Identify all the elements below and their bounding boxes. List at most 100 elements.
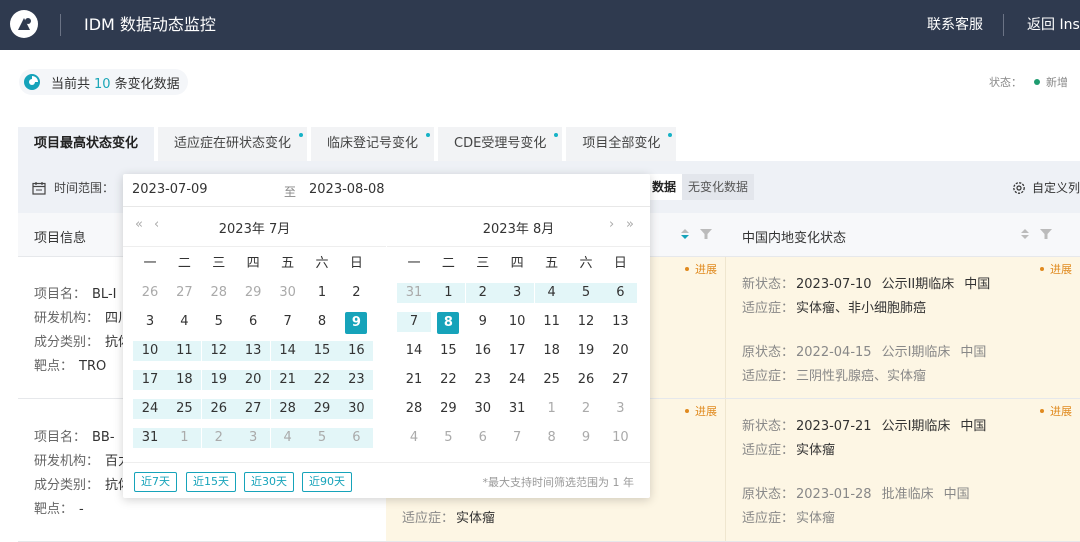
calendar-day[interactable]: 1 [167, 428, 202, 448]
tab-indication-status[interactable]: 适应症在研状态变化 [158, 127, 308, 161]
calendar-day[interactable]: 5 [569, 283, 603, 303]
contact-support-link[interactable]: 联系客服 [927, 16, 983, 34]
calendar-day[interactable]: 2 [339, 283, 373, 303]
calendar-day[interactable]: 8 [437, 312, 460, 334]
quick-90-days[interactable]: 近90天 [302, 472, 352, 492]
tab-highest-status[interactable]: 项目最高状态变化 [18, 127, 155, 161]
calendar-day[interactable]: 6 [603, 283, 638, 303]
calendar-day[interactable]: 7 [500, 428, 534, 448]
calendar-day[interactable]: 18 [535, 341, 569, 361]
calendar-day[interactable]: 26 [133, 283, 167, 303]
calendar-day[interactable]: 30 [466, 399, 500, 419]
calendar-day[interactable]: 10 [500, 312, 534, 332]
calendar-day[interactable]: 8 [305, 312, 339, 332]
calendar-day[interactable]: 24 [500, 370, 534, 390]
calendar-day[interactable]: 2 [201, 428, 236, 448]
calendar-day[interactable]: 28 [397, 399, 431, 419]
calendar-day[interactable]: 29 [236, 283, 270, 303]
calendar-day[interactable]: 12 [201, 341, 236, 361]
calendar-day[interactable]: 12 [569, 312, 603, 332]
calendar-day[interactable]: 28 [270, 399, 305, 419]
calendar-day[interactable]: 24 [133, 399, 167, 419]
calendar-day[interactable]: 21 [270, 370, 305, 390]
calendar-day[interactable]: 11 [167, 341, 202, 361]
calendar-day[interactable]: 20 [236, 370, 271, 390]
tab-all-changes[interactable]: 项目全部变化 [566, 127, 677, 161]
calendar-day[interactable]: 19 [569, 341, 603, 361]
calendar-day[interactable]: 31 [397, 283, 431, 303]
calendar-day[interactable]: 18 [167, 370, 202, 390]
quick-7-days[interactable]: 近7天 [134, 472, 177, 492]
calendar-day[interactable]: 9 [466, 312, 500, 332]
calendar-day[interactable]: 1 [305, 283, 339, 303]
next-month-icon[interactable]: › [609, 217, 614, 232]
calendar-day[interactable]: 6 [466, 428, 500, 448]
calendar-day[interactable]: 31 [500, 399, 534, 419]
calendar-day[interactable]: 8 [535, 428, 569, 448]
calendar-day[interactable]: 29 [305, 399, 339, 419]
filter-icon[interactable] [1040, 228, 1052, 240]
calendar-day[interactable]: 6 [236, 312, 270, 332]
calendar-day[interactable]: 11 [535, 312, 569, 332]
calendar-day[interactable]: 3 [133, 312, 167, 332]
calendar-day[interactable]: 5 [431, 428, 465, 448]
calendar-day[interactable]: 28 [202, 283, 236, 303]
calendar-day[interactable]: 16 [466, 341, 500, 361]
calendar-day[interactable]: 30 [271, 283, 305, 303]
calendar-day[interactable]: 23 [339, 370, 374, 390]
calendar-day[interactable]: 10 [603, 428, 637, 448]
calendar-day[interactable]: 20 [603, 341, 637, 361]
calendar-day[interactable]: 10 [133, 341, 167, 361]
calendar-day[interactable]: 2 [569, 399, 603, 419]
no-change-data-option[interactable]: 无变化数据 [682, 174, 755, 200]
calendar-day[interactable]: 4 [397, 428, 431, 448]
calendar-day[interactable]: 31 [133, 428, 167, 448]
calendar-day[interactable]: 13 [236, 341, 271, 361]
calendar-day[interactable]: 4 [167, 312, 201, 332]
calendar-day[interactable]: 1 [535, 399, 569, 419]
calendar-day[interactable]: 9 [345, 312, 368, 334]
tab-cde-acceptance[interactable]: CDE受理号变化 [438, 127, 563, 161]
quick-15-days[interactable]: 近15天 [186, 472, 236, 492]
calendar-day[interactable]: 25 [167, 399, 202, 419]
calendar-day[interactable]: 26 [201, 399, 236, 419]
calendar-day[interactable]: 13 [603, 312, 637, 332]
next-year-icon[interactable]: » [626, 217, 634, 232]
calendar-day[interactable]: 16 [339, 341, 374, 361]
calendar-day[interactable]: 22 [431, 370, 465, 390]
back-to-insight-link[interactable]: 返回 Insi [1027, 16, 1080, 34]
changed-data-option[interactable]: 数据 [646, 174, 683, 200]
calendar-day[interactable]: 3 [603, 399, 637, 419]
calendar-day[interactable]: 17 [133, 370, 167, 390]
calendar-day[interactable]: 7 [397, 312, 431, 332]
calendar-day[interactable]: 14 [270, 341, 305, 361]
tab-clinical-registration[interactable]: 临床登记号变化 [311, 127, 435, 161]
calendar-day[interactable]: 4 [270, 428, 305, 448]
logo-icon[interactable] [10, 10, 38, 38]
calendar-day[interactable]: 5 [202, 312, 236, 332]
calendar-day[interactable]: 27 [236, 399, 271, 419]
start-date-input[interactable] [132, 182, 252, 197]
calendar-day[interactable]: 29 [431, 399, 465, 419]
calendar-day[interactable]: 14 [397, 341, 431, 361]
calendar-day[interactable]: 27 [167, 283, 201, 303]
sort-icon[interactable] [1020, 227, 1030, 241]
calendar-day[interactable]: 2 [465, 283, 500, 303]
calendar-day[interactable]: 1 [431, 283, 466, 303]
calendar-day[interactable]: 26 [569, 370, 603, 390]
calendar-day[interactable]: 19 [201, 370, 236, 390]
calendar-day[interactable]: 6 [339, 428, 374, 448]
calendar-day[interactable]: 3 [236, 428, 271, 448]
calendar-day[interactable]: 30 [339, 399, 374, 419]
calendar-day[interactable]: 9 [569, 428, 603, 448]
filter-icon[interactable] [700, 228, 712, 240]
calendar-day[interactable]: 21 [397, 370, 431, 390]
calendar-day[interactable]: 15 [431, 341, 465, 361]
calendar-day[interactable]: 27 [603, 370, 637, 390]
calendar-day[interactable]: 5 [305, 428, 339, 448]
calendar-day[interactable]: 25 [535, 370, 569, 390]
calendar-day[interactable]: 7 [271, 312, 305, 332]
calendar-day[interactable]: 15 [305, 341, 339, 361]
calendar-day[interactable]: 4 [534, 283, 569, 303]
calendar-day[interactable]: 22 [305, 370, 339, 390]
